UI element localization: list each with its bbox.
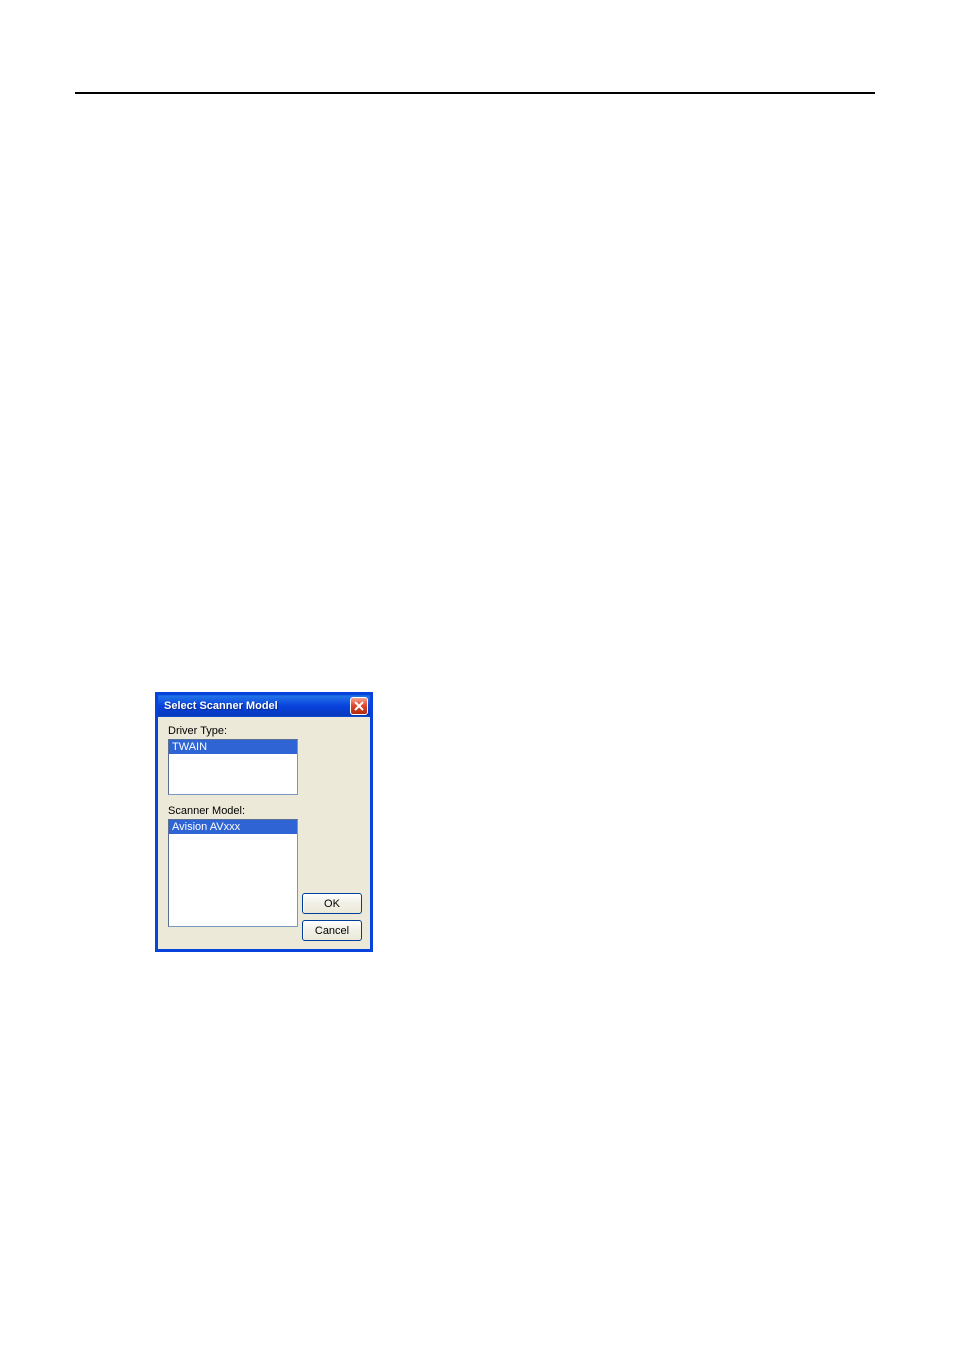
ok-button[interactable]: OK bbox=[302, 893, 362, 914]
dialog-body: Driver Type: TWAIN Scanner Model: Avisio… bbox=[158, 717, 370, 949]
button-group: OK Cancel bbox=[302, 893, 362, 941]
page-divider bbox=[75, 92, 875, 94]
driver-type-label: Driver Type: bbox=[168, 725, 360, 737]
dialog-title: Select Scanner Model bbox=[164, 700, 278, 712]
close-button[interactable] bbox=[350, 697, 368, 715]
scanner-model-listbox[interactable]: Avision AVxxx bbox=[168, 819, 298, 927]
driver-type-listbox[interactable]: TWAIN bbox=[168, 739, 298, 795]
title-bar[interactable]: Select Scanner Model bbox=[158, 695, 370, 717]
cancel-button[interactable]: Cancel bbox=[302, 920, 362, 941]
scanner-model-label: Scanner Model: bbox=[168, 805, 360, 817]
select-scanner-dialog: Select Scanner Model Driver Type: TWAIN … bbox=[155, 692, 373, 952]
list-item[interactable]: Avision AVxxx bbox=[169, 820, 297, 834]
list-item[interactable]: TWAIN bbox=[169, 740, 297, 754]
close-icon bbox=[354, 701, 364, 711]
